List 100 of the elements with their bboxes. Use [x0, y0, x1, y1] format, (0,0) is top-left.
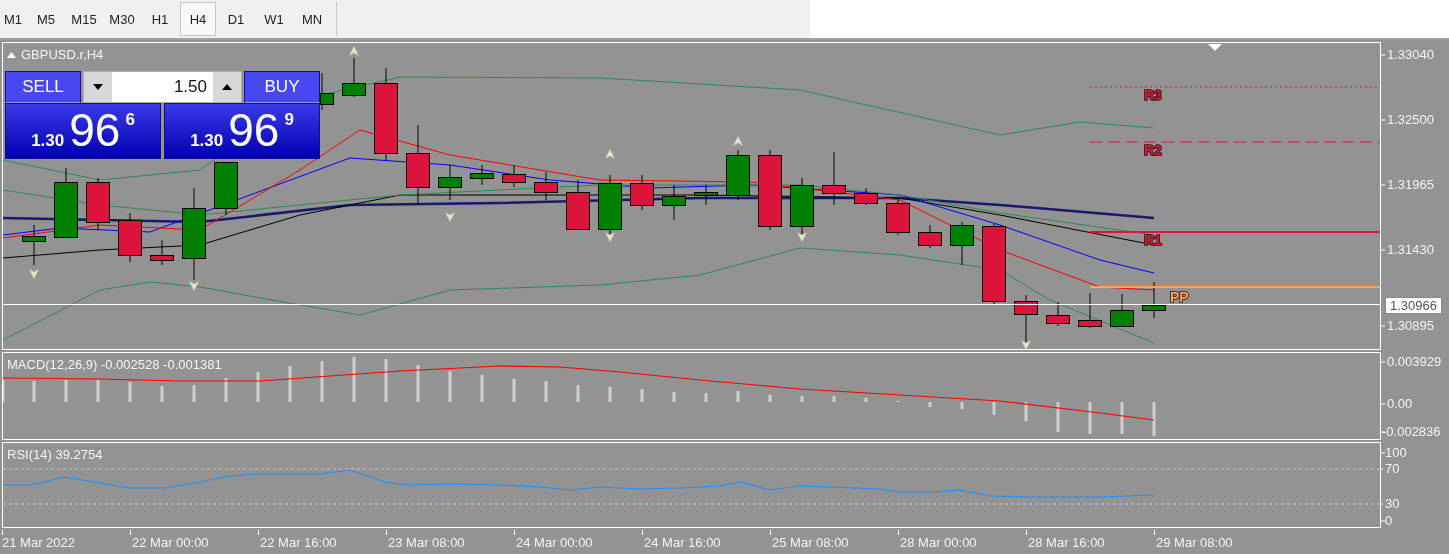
- bearish-candlestick: [1046, 301, 1070, 327]
- time-axis-label: 24 Mar 16:00: [644, 535, 721, 550]
- histogram-bar: [1024, 402, 1028, 421]
- histogram-bar: [672, 392, 676, 402]
- rsi-axis-label: 70: [1385, 461, 1400, 476]
- price-axis-label: 1.31965: [1387, 177, 1434, 192]
- bullish-candlestick: [320, 72, 334, 111]
- histogram-bar: [96, 380, 100, 402]
- price-main-digits: 96: [228, 104, 280, 156]
- histogram-bar: [416, 365, 420, 402]
- histogram-bar: [800, 396, 804, 402]
- fractal-down-arrow-icon: [1020, 339, 1032, 349]
- histogram-bar: [736, 391, 740, 402]
- timeframe-tab[interactable]: M15: [66, 2, 102, 36]
- bullish-candlestick: [950, 221, 974, 266]
- bullish-candlestick: [790, 177, 814, 236]
- bearish-candlestick: [886, 197, 910, 236]
- bearish-candlestick: [150, 239, 174, 266]
- histogram-bar: [640, 389, 644, 402]
- timeframe-tab[interactable]: W1: [256, 2, 292, 36]
- rsi-axis-label: 0: [1385, 513, 1393, 528]
- rsi-axis-label: 30: [1385, 496, 1400, 511]
- histogram-bar: [768, 395, 772, 402]
- histogram-bar: [928, 402, 932, 407]
- timeframe-tab[interactable]: H1: [142, 2, 178, 36]
- caret-up-icon: [222, 84, 232, 90]
- histogram-bar: [224, 378, 228, 402]
- bullish-candlestick: [470, 164, 494, 186]
- current-price-label: 1.30966: [1385, 297, 1442, 314]
- bullish-candlestick: [1110, 293, 1134, 328]
- time-axis-label: 22 Mar 16:00: [260, 535, 337, 550]
- timeframe-tab[interactable]: D1: [218, 2, 254, 36]
- lot-size-field[interactable]: 1.50: [112, 72, 213, 102]
- fractal-down-arrow-icon: [28, 268, 40, 280]
- sell-button[interactable]: SELL: [5, 71, 81, 103]
- bearish-candlestick: [630, 174, 654, 211]
- fractal-down-arrow-icon: [604, 231, 616, 243]
- time-axis-label: 22 Mar 00:00: [132, 535, 209, 550]
- histogram-bar: [352, 357, 356, 402]
- histogram-bar: [576, 385, 580, 402]
- histogram-bar: [256, 372, 260, 402]
- histogram-bar: [448, 371, 452, 402]
- pivot-label: R1: [1144, 232, 1162, 248]
- timeframe-tab[interactable]: M30: [104, 2, 140, 36]
- bearish-candlestick: [534, 171, 558, 201]
- rsi-indicator-label: RSI(14) 39.2754: [7, 447, 103, 462]
- buy-button[interactable]: BUY: [244, 71, 320, 103]
- histogram-bar: [1152, 402, 1156, 436]
- timeframe-tab[interactable]: MN: [294, 2, 330, 36]
- timeframe-tab[interactable]: M1: [0, 2, 26, 36]
- bullish-candlestick: [214, 161, 238, 216]
- histogram-bar: [1056, 402, 1060, 432]
- price-pip-digit: 6: [125, 110, 135, 130]
- histogram-bar: [128, 382, 132, 402]
- bearish-candlestick: [822, 151, 846, 206]
- bearish-candlestick: [918, 224, 942, 249]
- histogram-bar: [192, 385, 196, 402]
- fractal-down-arrow-icon: [188, 280, 200, 292]
- histogram-bar: [320, 361, 324, 402]
- histogram-bar: [64, 380, 68, 402]
- histogram-bar: [832, 396, 836, 402]
- fractal-down-arrow-icon: [796, 231, 808, 243]
- price-axis-label: 1.31430: [1387, 242, 1434, 257]
- histogram-bar: [480, 375, 484, 402]
- collapse-caret-icon[interactable]: [7, 51, 16, 58]
- histogram-bar: [384, 359, 388, 402]
- pivot-label: R3: [1144, 87, 1162, 103]
- bullish-candlestick: [662, 184, 686, 221]
- histogram-bar: [544, 381, 548, 402]
- histogram-bar: [704, 393, 708, 402]
- bearish-candlestick: [566, 179, 590, 231]
- fractal-up-arrow-icon: [604, 148, 616, 160]
- histogram-bar: [512, 379, 516, 402]
- fractal-up-arrow-icon: [732, 135, 744, 147]
- bullish-candlestick: [438, 164, 462, 201]
- rsi-axis-label: 100: [1385, 445, 1407, 460]
- fractal-down-arrow-icon: [444, 211, 456, 223]
- histogram-bar: [32, 381, 36, 402]
- price-main-digits: 96: [69, 104, 121, 156]
- timeframe-tab[interactable]: M5: [28, 2, 64, 36]
- chart-title: GBPUSD.r,H4: [21, 47, 104, 62]
- price-axis-label: 1.32500: [1387, 112, 1434, 127]
- time-axis-label: 25 Mar 08:00: [772, 535, 849, 550]
- bearish-candlestick: [1078, 292, 1102, 329]
- bearish-candlestick: [1014, 294, 1038, 343]
- price-axis-label: 1.30895: [1387, 318, 1434, 333]
- caret-down-icon: [93, 84, 103, 90]
- histogram-bar: [960, 402, 964, 409]
- price-axis-label: 1.33040: [1387, 47, 1434, 62]
- time-axis-label: 28 Mar 16:00: [1028, 535, 1105, 550]
- macd-axis-label: 0.00: [1387, 396, 1413, 411]
- histogram-bar: [288, 366, 292, 402]
- histogram-bar: [1120, 402, 1124, 434]
- price-prefix: 1.30: [190, 131, 224, 151]
- bullish-candlestick: [22, 224, 46, 266]
- pivot-label: R2: [1144, 142, 1162, 158]
- timeframe-tab[interactable]: H4: [180, 2, 216, 36]
- bullish-candlestick: [726, 149, 750, 201]
- histogram-bar: [608, 387, 612, 402]
- lot-size-stepper[interactable]: 1.50: [83, 71, 242, 103]
